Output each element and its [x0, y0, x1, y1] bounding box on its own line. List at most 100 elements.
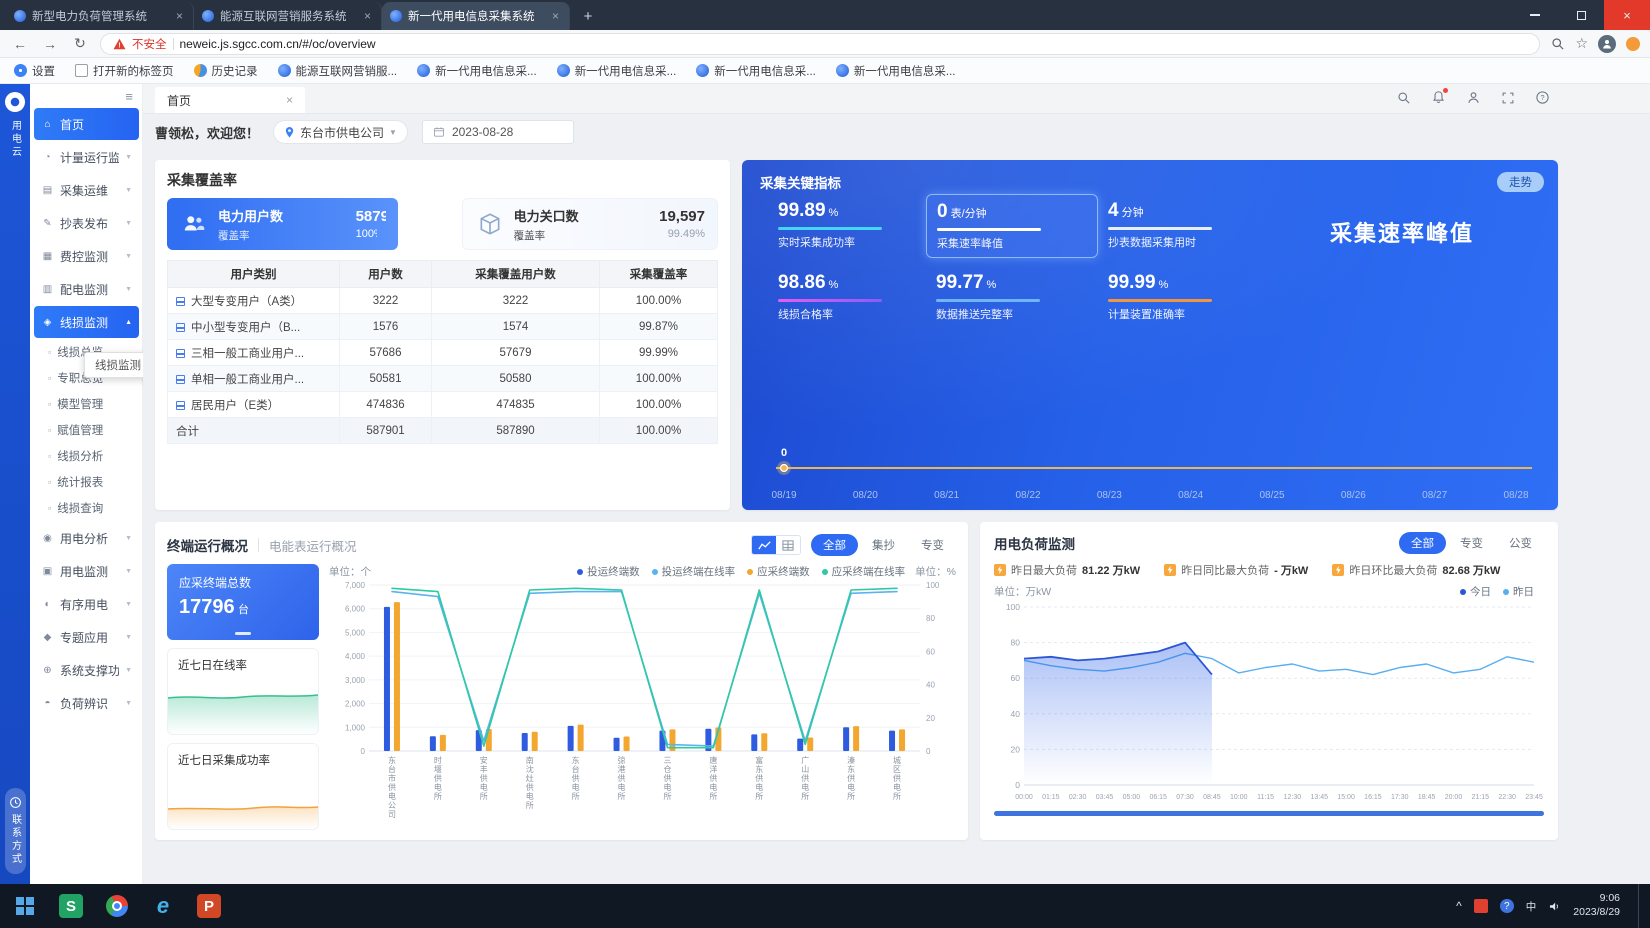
- window-close-button[interactable]: ×: [1604, 0, 1650, 30]
- window-minimize-button[interactable]: [1512, 0, 1558, 30]
- back-button[interactable]: ←: [10, 36, 30, 52]
- tab-close-icon[interactable]: ×: [174, 9, 185, 23]
- user-icon[interactable]: [1466, 90, 1481, 105]
- sidebar-item-1[interactable]: ◔计量运行监测▼: [34, 141, 139, 173]
- greeting-row: 曹领松，欢迎您！ 东台市供电公司 ▼ 2023-08-28: [143, 114, 1650, 150]
- org-selector[interactable]: 东台市供电公司 ▼: [273, 120, 408, 144]
- sidebar-subitem-5[interactable]: ▫统计报表: [30, 469, 143, 495]
- tab-meter-overview[interactable]: 电能表运行概况: [269, 536, 357, 555]
- terminal-filter-0[interactable]: 全部: [811, 534, 858, 556]
- taskbar-app-ppt[interactable]: P: [186, 884, 232, 928]
- chart-view-button[interactable]: [752, 536, 776, 554]
- taskbar-app-ie[interactable]: e: [140, 884, 186, 928]
- sidebar-item-2[interactable]: ▤采集运维▼: [34, 174, 139, 206]
- sidebar-item-6[interactable]: ◈线损监测▲: [34, 306, 139, 338]
- trend-button[interactable]: 走势: [1497, 172, 1544, 192]
- load-filter-1[interactable]: 专变: [1448, 532, 1495, 554]
- legend-item[interactable]: 应采终端数: [747, 564, 810, 579]
- bell-icon[interactable]: [1431, 90, 1446, 105]
- page-tab-home[interactable]: 首页 ×: [155, 87, 305, 113]
- sidebar-subitem-3[interactable]: ▫赋值管理: [30, 417, 143, 443]
- taskbar-clock[interactable]: 9:06 2023/8/29: [1573, 892, 1620, 919]
- terminal-total-card: 应采终端总数 17796 台: [167, 564, 319, 640]
- bookmark-item-5[interactable]: 新一代用电信息采...: [557, 63, 677, 79]
- table-view-button[interactable]: [776, 536, 800, 554]
- bookmark-item-1[interactable]: 打开新的标签页: [75, 63, 174, 79]
- sidebar-collapse-icon[interactable]: ≡: [30, 86, 143, 107]
- svg-text:15:00: 15:00: [1337, 794, 1355, 801]
- sidebar-item-0[interactable]: ⌂首页: [34, 108, 139, 140]
- rail-label: 用电云: [8, 120, 23, 159]
- sidebar-item-11[interactable]: ⊕系统支撑功能▼: [34, 654, 139, 686]
- sidebar-subitem-6[interactable]: ▫线损查询: [30, 495, 143, 521]
- bookmark-item-4[interactable]: 新一代用电信息采...: [417, 63, 537, 79]
- sidebar-subitem-4[interactable]: ▫线损分析: [30, 443, 143, 469]
- table-row: 合计587901587890100.00%: [168, 418, 718, 444]
- tab-terminal-overview[interactable]: 终端运行概况: [167, 535, 248, 555]
- show-desktop-button[interactable]: [1638, 884, 1644, 928]
- browser-tab-0[interactable]: 新型电力负荷管理系统×: [6, 2, 194, 30]
- legend-item[interactable]: 今日: [1460, 584, 1491, 599]
- profile-avatar[interactable]: [1598, 35, 1616, 53]
- window-maximize-button[interactable]: [1558, 0, 1604, 30]
- search-icon[interactable]: [1396, 90, 1411, 105]
- sidebar-item-4[interactable]: ▦费控监测▼: [34, 240, 139, 272]
- tray-red-icon[interactable]: [1474, 899, 1488, 913]
- sidebar-item-10[interactable]: ◆专题应用▼: [34, 621, 139, 653]
- reload-button[interactable]: ↻: [70, 35, 90, 52]
- extension-icon[interactable]: [1626, 37, 1640, 51]
- window-controls: ×: [1512, 0, 1650, 30]
- legend-item[interactable]: 投运终端数: [577, 564, 640, 579]
- bookmark-item-0[interactable]: 设置: [14, 63, 55, 79]
- tray-volume-icon[interactable]: [1548, 900, 1561, 913]
- taskbar-app-s[interactable]: S: [48, 884, 94, 928]
- bookmarks-bar: 设置 打开新的标签页 历史记录 能源互联网营销服... 新一代用电信息采... 新一代用电…: [0, 58, 1650, 84]
- tab-title: 新一代用电信息采集系统: [408, 8, 544, 24]
- sidebar-item-7[interactable]: ◉用电分析▼: [34, 522, 139, 554]
- bookmark-star-icon[interactable]: ☆: [1575, 35, 1588, 52]
- bookmark-item-7[interactable]: 新一代用电信息采...: [836, 63, 956, 79]
- sidebar-item-5[interactable]: ▥配电监测▼: [34, 273, 139, 305]
- legend-item[interactable]: 昨日: [1503, 584, 1534, 599]
- sidebar-item-12[interactable]: ◓负荷辨识▼: [34, 687, 139, 719]
- tab-close-icon[interactable]: ×: [550, 9, 561, 23]
- chart-zoom-slider[interactable]: [994, 811, 1544, 816]
- terminal-filter-2[interactable]: 专变: [909, 534, 956, 556]
- help-icon[interactable]: ?: [1535, 90, 1550, 105]
- bookmark-item-6[interactable]: 新一代用电信息采...: [696, 63, 816, 79]
- new-tab-button[interactable]: +: [576, 5, 600, 27]
- taskbar-app-chrome[interactable]: [94, 884, 140, 928]
- legend-item[interactable]: 投运终端在线率: [652, 564, 736, 579]
- sidebar-item-3[interactable]: ✎抄表发布▼: [34, 207, 139, 239]
- contact-button[interactable]: 联系方式: [5, 788, 26, 874]
- taskbar: S e P ^ ? 中 9:06 2023/8/29: [0, 884, 1650, 928]
- bookmark-item-2[interactable]: 历史记录: [194, 63, 258, 79]
- sidebar-item-8[interactable]: ▣用电监测▼: [34, 555, 139, 587]
- load-filter-0[interactable]: 全部: [1399, 532, 1446, 554]
- site-icon: [836, 64, 849, 77]
- tray-ime-icon[interactable]: 中: [1526, 899, 1537, 914]
- svg-text:弶港供电所: 弶港供电所: [618, 755, 626, 801]
- start-button[interactable]: [2, 884, 48, 928]
- zoom-icon[interactable]: [1550, 36, 1565, 51]
- tab-close-icon[interactable]: ×: [362, 9, 373, 23]
- fullscreen-icon[interactable]: [1501, 91, 1515, 105]
- forward-button[interactable]: →: [40, 36, 60, 52]
- tray-chevron-icon[interactable]: ^: [1456, 899, 1462, 913]
- bookmark-item-3[interactable]: 能源互联网营销服...: [278, 63, 398, 79]
- terminal-filter-1[interactable]: 集抄: [860, 534, 907, 556]
- svg-text:!: !: [118, 40, 120, 49]
- legend-item[interactable]: 应采终端在线率: [822, 564, 906, 579]
- menu-icon: ◔: [41, 152, 54, 163]
- address-bar[interactable]: ! 不安全 neweic.js.sgcc.com.cn/#/oc/overvie…: [100, 33, 1540, 55]
- browser-tab-2[interactable]: 新一代用电信息采集系统 ×: [382, 2, 570, 30]
- load-filter-2[interactable]: 公变: [1497, 532, 1544, 554]
- sidebar-subitem-2[interactable]: ▫模型管理: [30, 391, 143, 417]
- tray-help-icon[interactable]: ?: [1500, 899, 1514, 913]
- browser-tab-1[interactable]: 能源互联网营销服务系统×: [194, 2, 382, 30]
- page-tab-close-icon[interactable]: ×: [286, 93, 293, 107]
- app-logo: [5, 92, 25, 112]
- svg-text:东台市供电公司: 东台市供电公司: [388, 755, 396, 819]
- date-picker[interactable]: 2023-08-28: [422, 120, 574, 144]
- sidebar-item-9[interactable]: ◐有序用电▼: [34, 588, 139, 620]
